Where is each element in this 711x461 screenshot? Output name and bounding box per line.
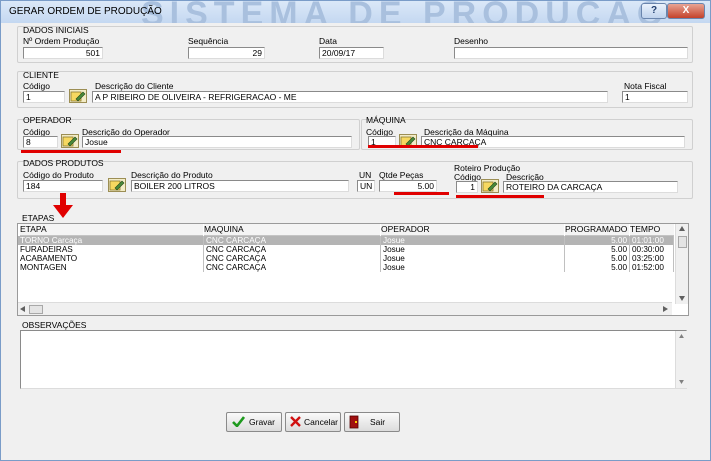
cancelar-label: Cancelar	[304, 417, 339, 427]
column-header-operador[interactable]: OPERADOR	[381, 224, 564, 236]
etapas-grid[interactable]: ETAPA MAQUINA OPERADOR PROGRAMADO TEMPO …	[17, 223, 689, 316]
roteiro-codigo-field[interactable]: 1	[456, 181, 478, 193]
help-button[interactable]: ?	[641, 3, 667, 19]
table-row[interactable]: TORNO Carcaça CNC CARCAÇA Josue 5.00 01:…	[18, 236, 674, 245]
cliente-descricao-field[interactable]: A P RIBEIRO DE OLIVEIRA - REFRIGERACAO -…	[92, 91, 608, 103]
horizontal-scrollbar[interactable]	[18, 302, 672, 315]
qtde-field[interactable]: 5.00	[379, 180, 437, 192]
ordem-field[interactable]: 501	[23, 47, 103, 59]
roteiro-highlight-underline	[456, 195, 544, 198]
observacoes-scrollbar[interactable]	[675, 331, 687, 388]
gravar-button[interactable]: Gravar	[226, 412, 282, 432]
x-cancel-icon	[290, 416, 301, 427]
window-title: GERAR ORDEM DE PRODUÇÃO	[9, 6, 162, 17]
cancelar-button[interactable]: Cancelar	[285, 412, 341, 432]
produto-pick-icon[interactable]	[108, 178, 126, 192]
table-row[interactable]: ACABAMENTO CNC CARCAÇA Josue 5.00 03:25:…	[18, 254, 674, 263]
vertical-scroll-thumb[interactable]	[678, 236, 687, 248]
form-body: DADOS INICIAIS Nº Ordem Produção 501 Seq…	[6, 23, 703, 455]
operador-highlight-underline	[21, 150, 121, 153]
title-bar: SISTEMA DE PRODUÇÃO GERAR ORDEM DE PRODU…	[1, 1, 710, 33]
table-row[interactable]: FURADEIRAS CNC CARCAÇA Josue 5.00 00:30:…	[18, 245, 674, 254]
maquina-highlight-underline	[368, 145, 478, 148]
roteiro-pick-icon[interactable]	[481, 179, 499, 193]
produto-codigo-field[interactable]: 184	[23, 180, 103, 192]
etapas-heading: ETAPAS	[22, 213, 55, 223]
maquina-heading: MÁQUINA	[366, 115, 406, 125]
sair-button[interactable]: Sair	[344, 412, 400, 432]
operador-descricao-field[interactable]: Josue	[82, 136, 352, 148]
nota-fiscal-label: Nota Fiscal	[624, 81, 667, 91]
cliente-codigo-label: Código	[23, 81, 50, 91]
scroll-down-icon[interactable]	[679, 380, 684, 384]
dados-iniciais-heading: DADOS INICIAIS	[23, 25, 89, 35]
produto-codigo-label: Código do Produto	[23, 170, 94, 180]
vertical-scrollbar[interactable]	[675, 224, 688, 304]
desenho-field[interactable]	[454, 47, 688, 59]
production-order-window: SISTEMA DE PRODUÇÃO GERAR ORDEM DE PRODU…	[0, 0, 711, 461]
column-header-tempo[interactable]: TEMPO	[630, 224, 674, 236]
produtos-heading: DADOS PRODUTOS	[23, 158, 104, 168]
column-header-maquina[interactable]: MAQUINA	[204, 224, 380, 236]
exit-door-icon	[349, 415, 359, 429]
scroll-up-icon[interactable]	[679, 226, 685, 231]
cliente-codigo-field[interactable]: 1	[23, 91, 65, 103]
red-down-arrow-icon	[53, 193, 73, 218]
cliente-pick-icon[interactable]	[69, 89, 87, 103]
horizontal-scroll-thumb[interactable]	[29, 305, 43, 314]
sair-label: Sair	[370, 417, 386, 427]
observacoes-heading: OBSERVAÇÕES	[22, 320, 87, 330]
scroll-up-icon[interactable]	[679, 334, 684, 338]
qtde-label: Qtde Peças	[379, 170, 424, 180]
produto-descricao-label: Descrição do Produto	[131, 170, 213, 180]
cliente-descricao-label: Descrição do Cliente	[95, 81, 174, 91]
scroll-right-icon[interactable]	[663, 306, 668, 312]
observacoes-textarea[interactable]	[20, 330, 687, 389]
gravar-label: Gravar	[249, 417, 275, 427]
nota-fiscal-field[interactable]: 1	[622, 91, 688, 103]
scroll-down-icon[interactable]	[679, 296, 685, 301]
data-field[interactable]: 20/09/17	[319, 47, 384, 59]
operador-heading: OPERADOR	[23, 115, 72, 125]
table-row[interactable]: MONTAGEN CNC CARCAÇA Josue 5.00 01:52:00	[18, 263, 674, 272]
roteiro-descricao-field[interactable]: ROTEIRO DA CARCAÇA	[503, 181, 678, 193]
checkmark-icon	[232, 416, 245, 427]
produto-descricao-field[interactable]: BOILER 200 LITROS	[131, 180, 349, 192]
operador-pick-icon[interactable]	[61, 134, 79, 148]
column-header-etapa[interactable]: ETAPA	[20, 224, 203, 236]
qtde-highlight-underline	[394, 192, 449, 195]
sequencia-field[interactable]: 29	[188, 47, 265, 59]
close-button[interactable]: X	[667, 3, 705, 19]
operador-codigo-field[interactable]: 8	[23, 136, 58, 148]
desenho-label: Desenho	[454, 36, 489, 46]
un-field[interactable]: UN	[357, 180, 375, 192]
data-label: Data	[319, 36, 337, 46]
column-header-programado[interactable]: PROGRAMADO	[565, 224, 629, 236]
un-label: UN	[359, 170, 372, 180]
cliente-heading: CLIENTE	[23, 70, 59, 80]
sequencia-label: Sequência	[188, 36, 229, 46]
scroll-left-icon[interactable]	[20, 306, 25, 312]
ordem-label: Nº Ordem Produção	[23, 36, 100, 46]
